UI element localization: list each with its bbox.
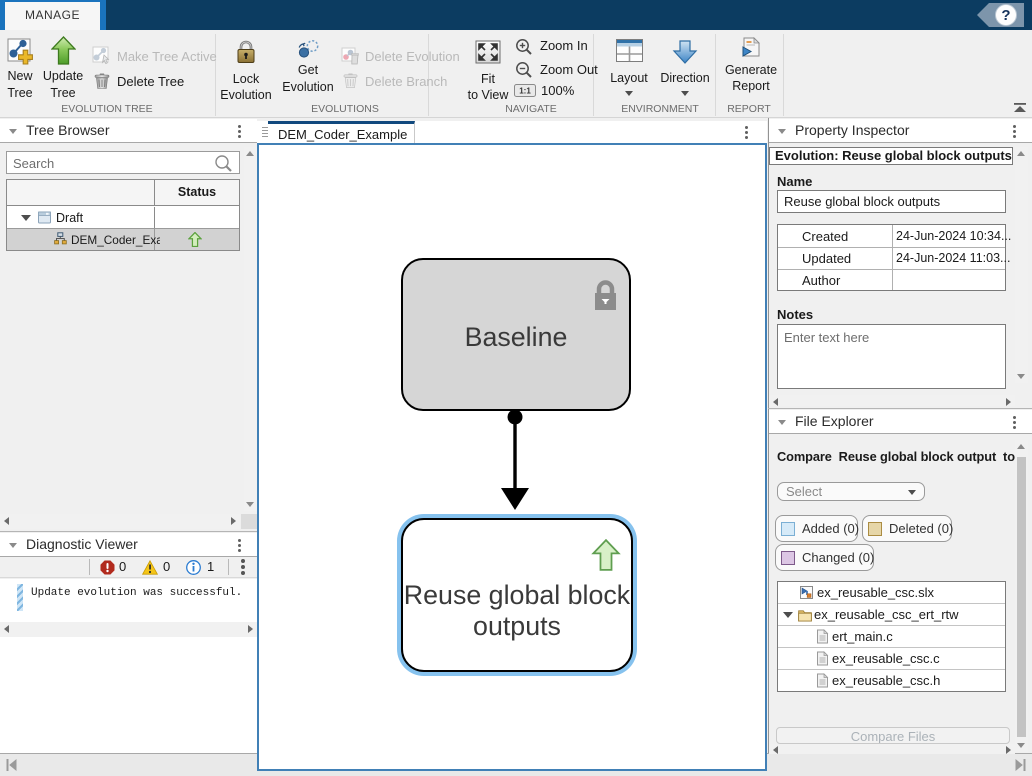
svg-text:1:1: 1:1 bbox=[519, 87, 531, 96]
svg-text:?: ? bbox=[1001, 7, 1010, 24]
